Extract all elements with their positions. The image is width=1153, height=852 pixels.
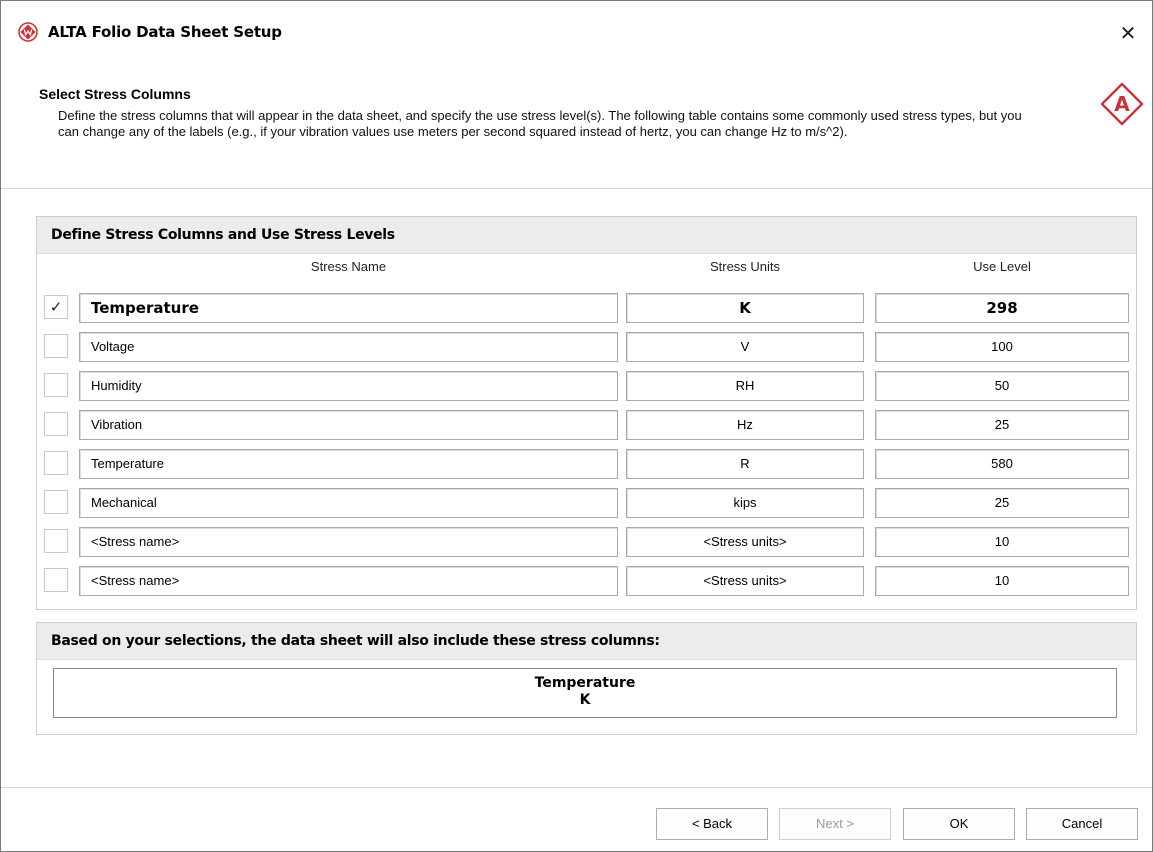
stress-row-checkbox[interactable]: ✓ (44, 295, 68, 319)
stress-name-field[interactable]: Vibration (79, 410, 618, 440)
stress-row: Humidity RH 50 (37, 371, 1136, 403)
stress-name-field[interactable]: Voltage (79, 332, 618, 362)
alta-badge-icon: A (1100, 82, 1144, 126)
app-logo-icon (18, 22, 38, 42)
use-level-field[interactable]: 580 (875, 449, 1129, 479)
included-stress-name: Temperature (534, 675, 636, 691)
page-title: Select Stress Columns (39, 86, 191, 102)
stress-name-field[interactable]: Mechanical (79, 488, 618, 518)
stress-units-field[interactable]: R (626, 449, 864, 479)
title-bar: ALTA Folio Data Sheet Setup ✕ (1, 1, 1152, 65)
stress-units-field[interactable]: <Stress units> (626, 566, 864, 596)
column-header-stress-units: Stress Units (709, 259, 781, 274)
stress-name-field[interactable]: <Stress name> (79, 527, 618, 557)
stress-row: <Stress name> <Stress units> 10 (37, 527, 1136, 559)
use-level-field[interactable]: 50 (875, 371, 1129, 401)
included-stress-summary: Temperature K (53, 668, 1117, 718)
dialog-window: ALTA Folio Data Sheet Setup ✕ Select Str… (0, 0, 1153, 852)
stress-row: Vibration Hz 25 (37, 410, 1136, 442)
stress-row-checkbox[interactable] (44, 373, 68, 397)
wizard-header: Select Stress Columns Define the stress … (1, 65, 1152, 189)
stress-row: Mechanical kips 25 (37, 488, 1136, 520)
stress-units-field[interactable]: V (626, 332, 864, 362)
ok-button[interactable]: OK (903, 808, 1015, 840)
cancel-button[interactable]: Cancel (1026, 808, 1138, 840)
use-level-field[interactable]: 100 (875, 332, 1129, 362)
stress-row-checkbox[interactable] (44, 529, 68, 553)
stress-units-field[interactable]: <Stress units> (626, 527, 864, 557)
stress-name-field[interactable]: Humidity (79, 371, 618, 401)
stress-group-title: Define Stress Columns and Use Stress Lev… (37, 217, 1136, 254)
column-header-use-level: Use Level (973, 259, 1031, 274)
stress-columns-group: Define Stress Columns and Use Stress Lev… (36, 216, 1137, 610)
back-button[interactable]: < Back (656, 808, 768, 840)
column-header-stress-name: Stress Name (310, 259, 387, 274)
use-level-field[interactable]: 10 (875, 566, 1129, 596)
stress-units-field[interactable]: K (626, 293, 864, 323)
stress-row: Temperature R 580 (37, 449, 1136, 481)
included-group-title: Based on your selections, the data sheet… (37, 623, 1136, 660)
included-columns-group: Based on your selections, the data sheet… (36, 622, 1137, 735)
window-title: ALTA Folio Data Sheet Setup (48, 23, 282, 41)
next-button[interactable]: Next > (779, 808, 891, 840)
stress-row: Voltage V 100 (37, 332, 1136, 364)
content-area: Define Stress Columns and Use Stress Lev… (1, 189, 1152, 786)
stress-row-checkbox[interactable] (44, 451, 68, 475)
close-icon[interactable]: ✕ (1110, 15, 1146, 51)
use-level-field[interactable]: 25 (875, 488, 1129, 518)
use-level-field[interactable]: 298 (875, 293, 1129, 323)
stress-row-checkbox[interactable] (44, 490, 68, 514)
use-level-field[interactable]: 10 (875, 527, 1129, 557)
included-stress-units: K (579, 692, 591, 708)
use-level-field[interactable]: 25 (875, 410, 1129, 440)
svg-text:A: A (1114, 92, 1130, 116)
page-description: Define the stress columns that will appe… (58, 108, 1022, 139)
stress-units-field[interactable]: kips (626, 488, 864, 518)
button-bar: < Back Next > OK Cancel (1, 787, 1152, 851)
stress-row-checkbox[interactable] (44, 412, 68, 436)
stress-name-field[interactable]: <Stress name> (79, 566, 618, 596)
stress-row-checkbox[interactable] (44, 568, 68, 592)
stress-units-field[interactable]: Hz (626, 410, 864, 440)
stress-row-checkbox[interactable] (44, 334, 68, 358)
stress-row: <Stress name> <Stress units> 10 (37, 566, 1136, 598)
stress-units-field[interactable]: RH (626, 371, 864, 401)
stress-name-field[interactable]: Temperature (79, 293, 618, 323)
stress-row: ✓ Temperature K 298 (37, 293, 1136, 325)
stress-name-field[interactable]: Temperature (79, 449, 618, 479)
